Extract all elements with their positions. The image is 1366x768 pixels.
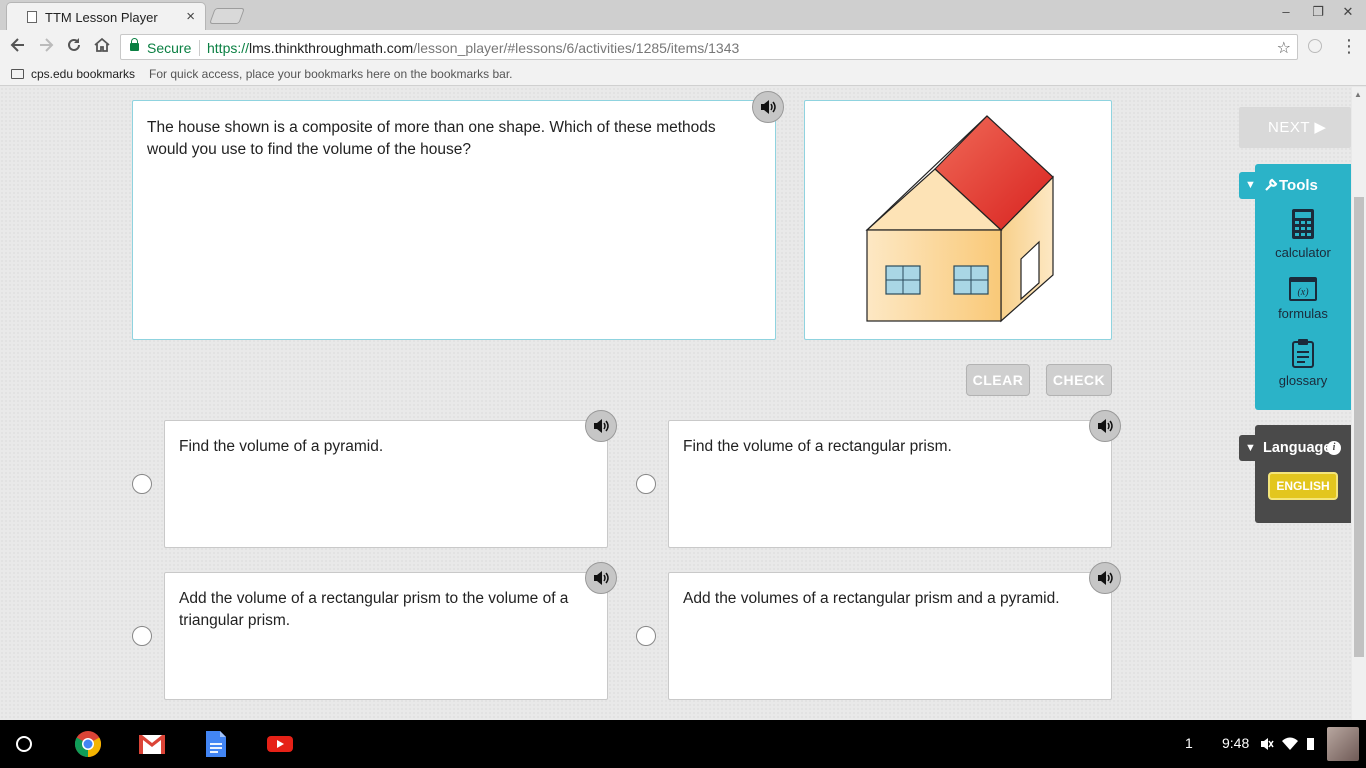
lock-icon xyxy=(130,38,139,51)
answer-text-2: Find the volume of a rectangular prism. xyxy=(683,438,952,455)
reload-icon[interactable] xyxy=(63,36,85,58)
close-window-button[interactable]: ✕ xyxy=(1338,4,1358,20)
formulas-icon: (x) xyxy=(1289,277,1317,301)
answer-audio-button-1[interactable] xyxy=(585,410,617,442)
wifi-icon[interactable] xyxy=(1282,737,1298,750)
info-icon[interactable]: i xyxy=(1327,441,1341,455)
question-audio-button[interactable] xyxy=(752,91,784,123)
speaker-icon xyxy=(1098,571,1113,585)
notification-count[interactable]: 1 xyxy=(1185,735,1193,751)
speaker-icon xyxy=(594,571,609,585)
glossary-tool[interactable]: glossary xyxy=(1255,338,1351,388)
folder-icon xyxy=(11,69,24,79)
document-icon xyxy=(27,11,37,23)
formulas-label: formulas xyxy=(1278,306,1328,321)
calculator-label: calculator xyxy=(1275,245,1331,260)
url-text[interactable]: https://lms.thinkthroughmath.com/lesson_… xyxy=(207,40,739,56)
restore-button[interactable]: ❐ xyxy=(1308,4,1328,20)
wrench-icon xyxy=(1265,178,1278,191)
glossary-label: glossary xyxy=(1278,373,1328,388)
formulas-tool[interactable]: (x) formulas xyxy=(1255,277,1351,321)
answer-text-3: Add the volume of a rectangular prism to… xyxy=(179,590,569,629)
answer-audio-button-3[interactable] xyxy=(585,562,617,594)
answer-option-2[interactable]: Find the volume of a rectangular prism. xyxy=(668,420,1112,548)
address-bar[interactable]: Secure https://lms.thinkthroughmath.com/… xyxy=(120,34,1298,60)
browser-menu-icon[interactable]: ⋮ xyxy=(1340,36,1358,57)
next-button[interactable]: NEXT ▶ xyxy=(1239,107,1351,148)
answer-radio-2[interactable] xyxy=(636,474,656,494)
user-avatar[interactable] xyxy=(1327,727,1359,761)
url-path: /lesson_player/#lessons/6/activities/128… xyxy=(413,40,740,56)
extension-icon[interactable] xyxy=(1308,39,1322,53)
check-button[interactable]: CHECK xyxy=(1046,364,1112,396)
speaker-icon xyxy=(594,419,609,433)
clock-time[interactable]: 9:48 xyxy=(1222,735,1249,751)
battery-icon[interactable] xyxy=(1307,738,1314,750)
answer-audio-button-4[interactable] xyxy=(1089,562,1121,594)
new-tab-button[interactable] xyxy=(209,8,245,24)
tools-title: Tools xyxy=(1279,177,1318,194)
gmail-app-icon[interactable] xyxy=(138,730,166,758)
minimize-button[interactable]: – xyxy=(1276,4,1296,19)
question-text: The house shown is a composite of more t… xyxy=(147,119,716,158)
omnibox-divider xyxy=(199,40,200,56)
browser-titlebar: TTM Lesson Player × – ❐ ✕ xyxy=(0,0,1366,30)
tab-title: TTM Lesson Player xyxy=(45,10,158,25)
youtube-app-icon[interactable] xyxy=(266,730,294,758)
bookmark-star-icon[interactable]: ☆ xyxy=(1277,38,1291,58)
question-panel: The house shown is a composite of more t… xyxy=(132,100,776,340)
launcher-icon[interactable] xyxy=(16,736,32,752)
clear-button[interactable]: CLEAR xyxy=(966,364,1030,396)
answer-audio-button-2[interactable] xyxy=(1089,410,1121,442)
browser-toolbar: Secure https://lms.thinkthroughmath.com/… xyxy=(0,30,1366,64)
tab-close-button[interactable]: × xyxy=(186,8,195,25)
bookmarks-bar: cps.edu bookmarks For quick access, plac… xyxy=(0,64,1366,86)
calculator-icon xyxy=(1292,209,1314,239)
bookmark-folder-link[interactable]: cps.edu bookmarks xyxy=(31,67,135,81)
os-shelf: 1 9:48 xyxy=(0,720,1366,768)
url-scheme: https:// xyxy=(207,40,250,56)
glossary-icon xyxy=(1292,339,1314,368)
speaker-icon xyxy=(761,100,776,114)
chrome-app-icon[interactable] xyxy=(74,730,102,758)
forward-icon[interactable] xyxy=(35,36,57,58)
back-icon[interactable] xyxy=(7,36,29,58)
scrollbar-thumb[interactable] xyxy=(1354,197,1364,657)
url-host: lms.thinkthroughmath.com xyxy=(249,40,414,56)
browser-tab[interactable]: TTM Lesson Player × xyxy=(6,2,206,30)
language-title: Language xyxy=(1263,440,1332,456)
calculator-tool[interactable]: calculator xyxy=(1255,208,1351,260)
mute-icon[interactable] xyxy=(1260,737,1274,751)
language-collapse-icon[interactable]: ▼ xyxy=(1245,442,1256,454)
answer-radio-1[interactable] xyxy=(132,474,152,494)
english-language-button[interactable]: ENGLISH xyxy=(1268,472,1338,500)
answer-option-3[interactable]: Add the volume of a rectangular prism to… xyxy=(164,572,608,700)
svg-text:(x): (x) xyxy=(1297,287,1309,298)
bookmarks-hint: For quick access, place your bookmarks h… xyxy=(149,67,513,81)
home-icon[interactable] xyxy=(91,36,113,58)
answer-option-1[interactable]: Find the volume of a pyramid. xyxy=(164,420,608,548)
house-image-panel xyxy=(804,100,1112,340)
answer-radio-3[interactable] xyxy=(132,626,152,646)
secure-label: Secure xyxy=(147,40,192,56)
speaker-icon xyxy=(1098,419,1113,433)
answer-radio-4[interactable] xyxy=(636,626,656,646)
answer-text-4: Add the volumes of a rectangular prism a… xyxy=(683,590,1060,607)
scroll-up-arrow-icon[interactable]: ▲ xyxy=(1354,90,1362,99)
docs-app-icon[interactable] xyxy=(204,730,232,758)
tools-collapse-icon[interactable]: ▼ xyxy=(1245,179,1256,191)
house-illustration xyxy=(865,115,1054,323)
answer-option-4[interactable]: Add the volumes of a rectangular prism a… xyxy=(668,572,1112,700)
answer-text-1: Find the volume of a pyramid. xyxy=(179,438,384,455)
